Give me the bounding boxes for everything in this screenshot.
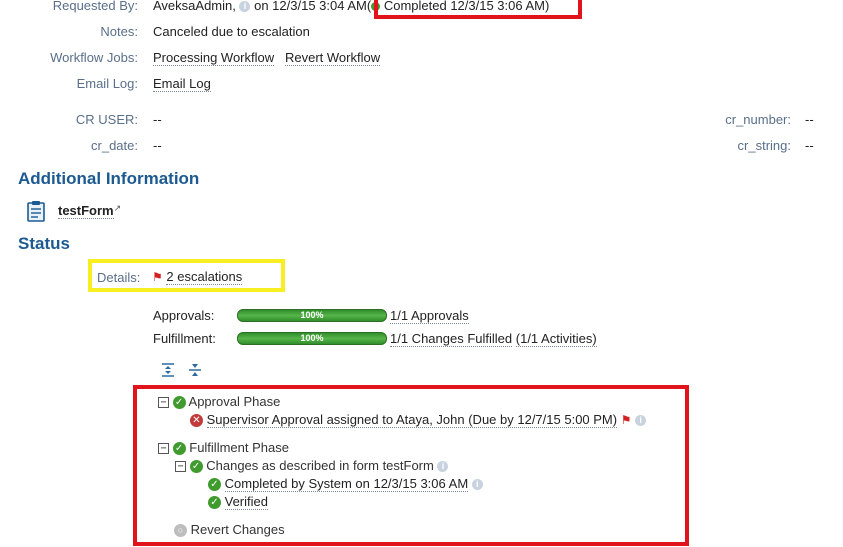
external-link-icon[interactable]: ↗ bbox=[114, 203, 122, 213]
fulfillment-summary-wrap: 1/1 Changes Fulfilled (1/1 Activities) bbox=[390, 331, 597, 347]
cr-number-label: cr_number: bbox=[725, 112, 791, 127]
fulfillment-phase-label: Fulfillment Phase bbox=[189, 440, 289, 455]
revert-workflow-link[interactable]: Revert Workflow bbox=[284, 50, 381, 66]
approvals-progress-bar: 100% bbox=[237, 309, 387, 322]
approvals-summary-wrap: 1/1 Approvals bbox=[390, 308, 469, 324]
form-icon bbox=[26, 200, 46, 222]
fulfillment-progress-bar: 100% bbox=[237, 332, 387, 345]
email-log-label: Email Log: bbox=[76, 76, 138, 91]
cr-date-label: cr_date: bbox=[91, 138, 138, 153]
cr-user-value: -- bbox=[153, 112, 162, 127]
highlight-details-box bbox=[88, 259, 285, 292]
supervisor-approval-link[interactable]: Supervisor Approval assigned to Ataya, J… bbox=[206, 412, 618, 428]
form-link-wrap: testForm↗ bbox=[58, 203, 122, 219]
approval-phase-row: − ✓ Approval Phase bbox=[158, 394, 281, 410]
rejected-x-icon: ✕ bbox=[190, 414, 203, 428]
cr-user-label: CR USER: bbox=[75, 112, 138, 127]
highlight-completed-box bbox=[374, 0, 582, 19]
status-heading: Status bbox=[18, 234, 70, 253]
approved-check-icon: ✓ bbox=[172, 396, 186, 410]
fulfilled-check-icon: ✓ bbox=[172, 442, 186, 456]
changes-row: − ✓ Changes as described in form testFor… bbox=[175, 458, 449, 474]
changes-label: Changes as described in form testForm bbox=[206, 458, 434, 473]
info-icon[interactable]: i bbox=[635, 415, 647, 427]
test-form-link[interactable]: testForm bbox=[58, 203, 114, 219]
workflow-jobs-label: Workflow Jobs: bbox=[50, 50, 138, 65]
cr-string-label: cr_string: bbox=[737, 138, 791, 153]
verified-check-icon: ✓ bbox=[208, 496, 221, 510]
approvals-label: Approvals: bbox=[153, 308, 215, 323]
collapse-toggle-icon[interactable]: − bbox=[158, 443, 169, 455]
collapse-all-icon[interactable] bbox=[188, 363, 202, 377]
approvals-percent: 100% bbox=[300, 310, 324, 320]
completed-by-link[interactable]: Completed by System on 12/3/15 3:06 AM bbox=[224, 476, 469, 492]
requested-by-user: AveksaAdmin, bbox=[153, 0, 236, 13]
completed-check-icon: ✓ bbox=[208, 478, 221, 492]
cr-number-value: -- bbox=[805, 112, 814, 127]
approvals-summary-link[interactable]: 1/1 Approvals bbox=[390, 308, 469, 324]
revert-changes-label: Revert Changes bbox=[190, 522, 285, 537]
fulfillment-phase-row: − ✓ Fulfillment Phase bbox=[158, 440, 289, 456]
email-log-link[interactable]: Email Log bbox=[153, 76, 211, 92]
revert-changes-row: ○ Revert Changes bbox=[174, 522, 285, 538]
notes-value: Canceled due to escalation bbox=[153, 24, 310, 39]
collapse-toggle-icon[interactable]: − bbox=[158, 397, 169, 409]
supervisor-approval-row: ✕ Supervisor Approval assigned to Ataya,… bbox=[190, 412, 647, 428]
verified-row: ✓ Verified bbox=[208, 494, 268, 510]
processing-workflow-link[interactable]: Processing Workflow bbox=[153, 50, 275, 66]
email-log: Email Log bbox=[153, 76, 211, 92]
fulfillment-label: Fulfillment: bbox=[153, 331, 216, 346]
info-icon[interactable]: i bbox=[471, 479, 483, 491]
workflow-jobs: Processing Workflow Revert Workflow bbox=[153, 50, 381, 66]
pending-icon: ○ bbox=[174, 524, 187, 538]
escalation-flag-icon: ⚑ bbox=[620, 413, 632, 427]
cr-date-value: -- bbox=[153, 138, 162, 153]
user-info-icon[interactable]: i bbox=[239, 1, 251, 13]
fulfillment-percent: 100% bbox=[300, 333, 324, 343]
requested-on: on 12/3/15 3:04 AM bbox=[254, 0, 367, 13]
info-icon[interactable]: i bbox=[437, 461, 449, 473]
notes-label: Notes: bbox=[100, 24, 138, 39]
verified-link[interactable]: Verified bbox=[224, 494, 268, 510]
approval-phase-label: Approval Phase bbox=[188, 394, 281, 409]
additional-information-heading: Additional Information bbox=[18, 169, 200, 188]
collapse-toggle-icon[interactable]: − bbox=[175, 461, 186, 473]
fulfillment-activities-link[interactable]: (1/1 Activities) bbox=[515, 331, 597, 347]
fulfillment-summary-link[interactable]: 1/1 Changes Fulfilled bbox=[390, 331, 513, 347]
expand-all-icon[interactable] bbox=[161, 363, 175, 377]
requested-by-label: Requested By: bbox=[52, 0, 138, 13]
cr-string-value: -- bbox=[805, 138, 814, 153]
completed-row: ✓ Completed by System on 12/3/15 3:06 AM… bbox=[208, 476, 483, 492]
changes-check-icon: ✓ bbox=[189, 460, 203, 474]
